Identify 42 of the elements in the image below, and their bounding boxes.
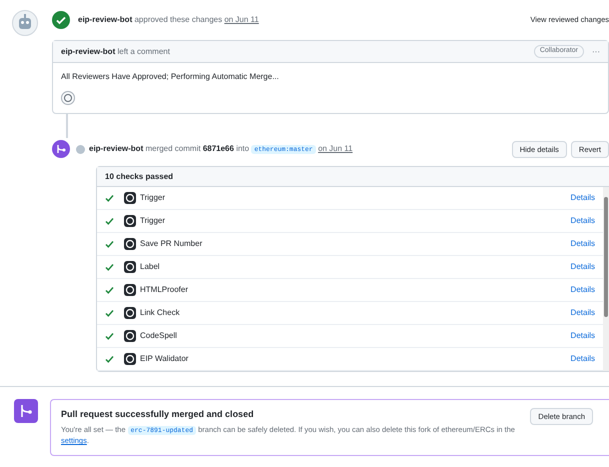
more-options-button[interactable]: ··· (592, 48, 600, 56)
checks-summary: 10 checks passed (97, 167, 609, 187)
app-logo-icon (124, 307, 136, 319)
details-link[interactable]: Details (570, 238, 595, 250)
comment-body: All Reviewers Have Approved; Performing Automatic Merge... (61, 71, 280, 83)
check-name: Trigger (140, 215, 166, 227)
check-icon (105, 240, 114, 248)
check-name: EIP Walidator (140, 353, 188, 365)
review-event-text: eip-review-bot approved these changes on Jun 11 (78, 14, 259, 26)
check-circle-icon (52, 11, 70, 29)
check-name: Link Check (140, 307, 180, 319)
check-icon (105, 263, 114, 271)
details-link[interactable]: Details (570, 330, 595, 342)
app-logo-icon (124, 215, 136, 227)
details-link[interactable]: Details (570, 353, 595, 365)
merged-title: Pull request successfully merged and closed (61, 408, 255, 421)
scrollbar[interactable] (603, 187, 609, 371)
check-icon (105, 286, 114, 294)
check-icon (105, 309, 114, 317)
details-link[interactable]: Details (570, 261, 595, 273)
app-logo-icon (124, 284, 136, 296)
check-name: CodeSpell (140, 330, 177, 342)
check-icon (105, 332, 114, 340)
check-name: Label (140, 261, 160, 273)
app-logo-icon (124, 261, 136, 273)
app-logo-icon (124, 192, 136, 204)
app-logo-icon (124, 353, 136, 365)
check-name: Trigger (140, 192, 166, 204)
check-icon (105, 355, 114, 363)
details-link[interactable]: Details (570, 215, 595, 227)
comment-header-text: eip-review-bot left a comment (61, 46, 170, 58)
app-logo-icon (124, 330, 136, 342)
check-icon (105, 194, 114, 202)
details-link[interactable]: Details (570, 307, 595, 319)
details-link[interactable]: Details (570, 192, 595, 204)
check-icon (105, 217, 114, 225)
check-name: Save PR Number (140, 238, 202, 250)
merge-circle-icon (52, 140, 70, 158)
check-name: HTMLProofer (140, 284, 188, 296)
app-logo-icon (124, 238, 136, 250)
details-link[interactable]: Details (570, 284, 595, 296)
merge-icon (14, 399, 38, 423)
